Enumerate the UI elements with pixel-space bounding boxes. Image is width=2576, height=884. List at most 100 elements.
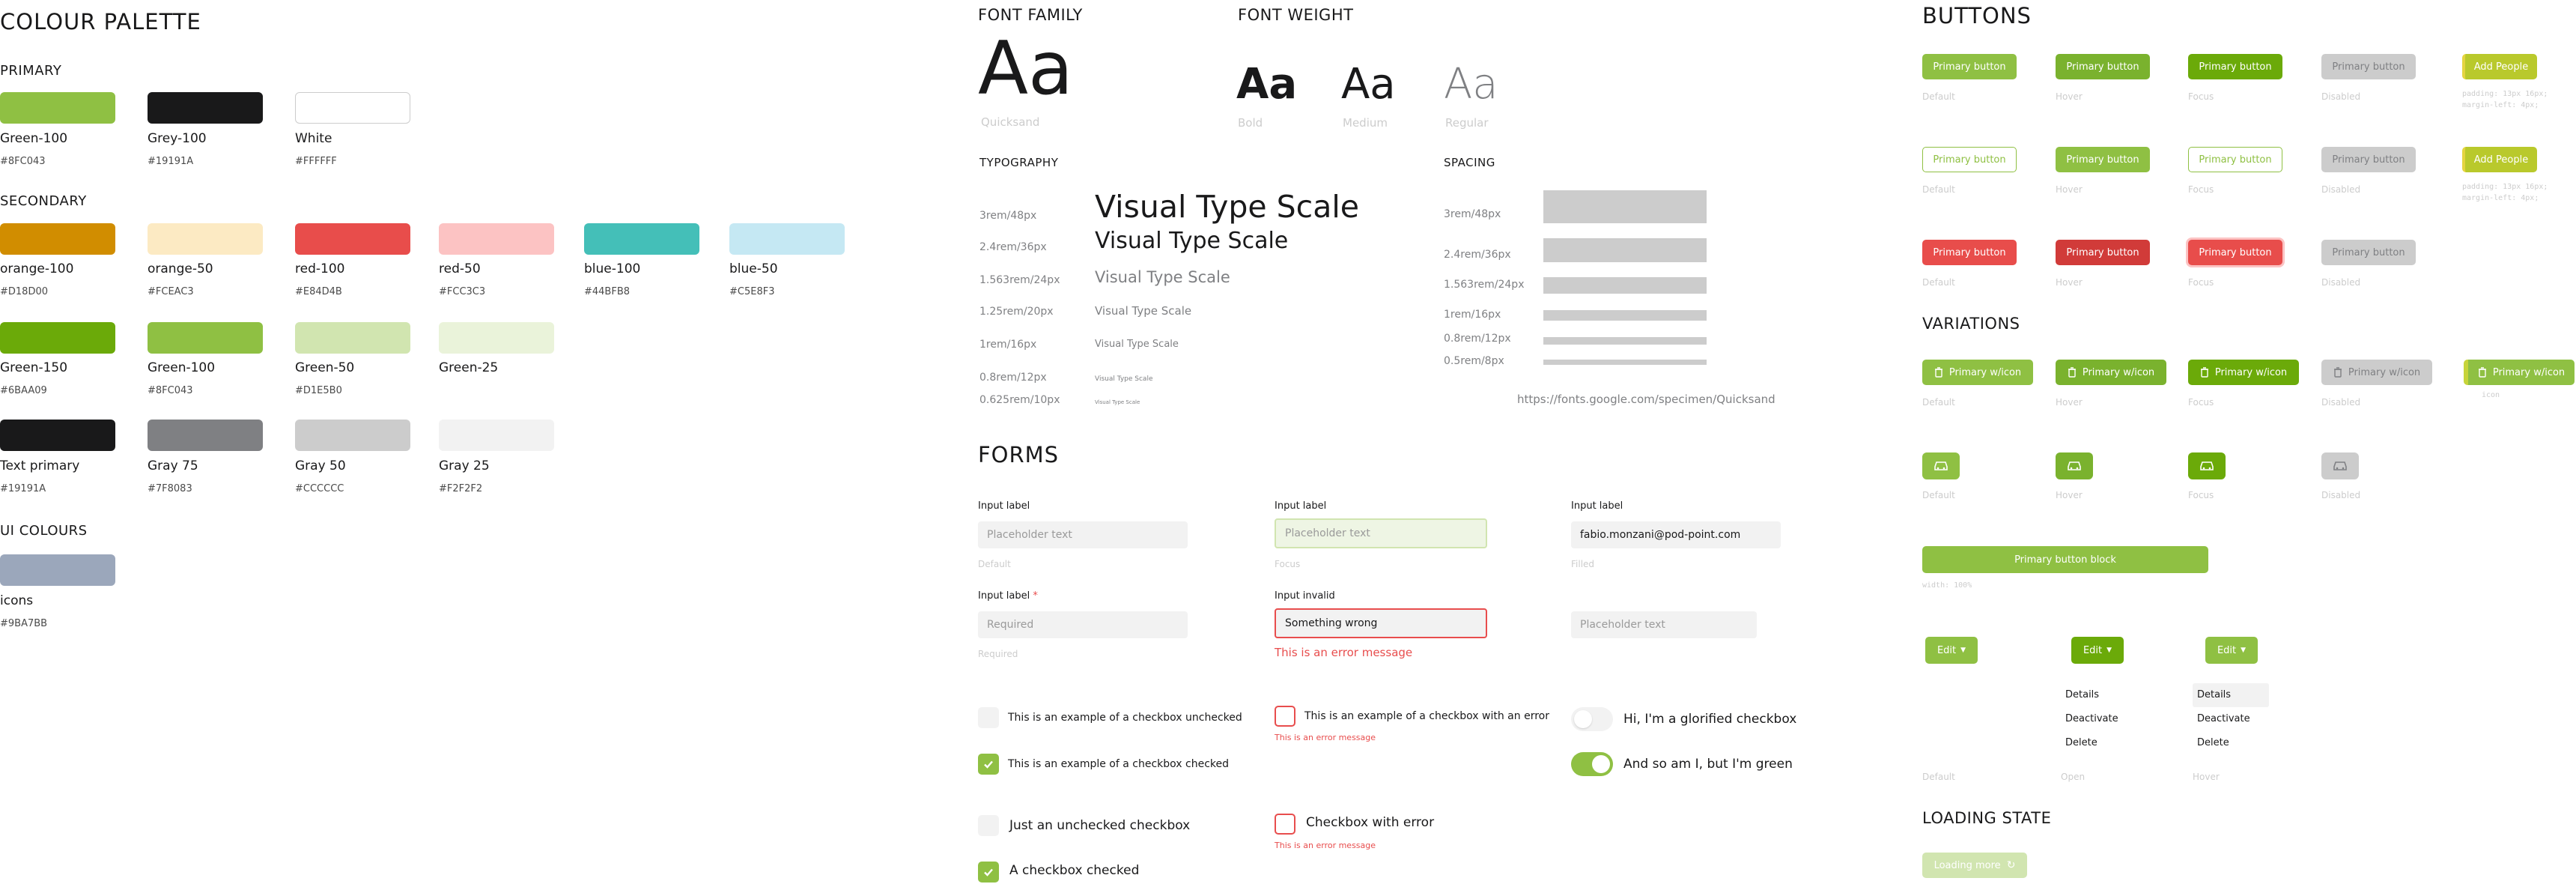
state-label: Disabled: [2321, 184, 2361, 195]
edit-label: Edit: [1936, 644, 1957, 656]
add-people-button[interactable]: Add People: [2462, 54, 2537, 79]
checkbox-checked-simple[interactable]: [978, 862, 999, 883]
icon-button-hover[interactable]: Primary w/icon: [2056, 360, 2166, 385]
car-icon-button-focus[interactable]: [2188, 452, 2226, 479]
trash-icon: [2478, 367, 2486, 378]
swatch-name: Green-100: [148, 360, 216, 375]
swatch-hex: #F2F2F2: [439, 483, 483, 494]
car-icon-button-disabled[interactable]: [2321, 452, 2359, 479]
spacing-label: 1rem/16px: [1444, 309, 1501, 321]
add-people-button[interactable]: Add People: [2462, 147, 2537, 172]
button-label: Primary w/icon: [2082, 366, 2155, 378]
outline-button-focus[interactable]: Primary button: [2188, 147, 2282, 172]
button-label: Primary w/icon: [2348, 366, 2421, 378]
checkbox-with-error[interactable]: [1275, 814, 1295, 835]
text-input-required[interactable]: Required: [978, 611, 1188, 638]
loading-label: Loading more: [1933, 859, 2001, 871]
swatch-hex: #8FC043: [148, 385, 193, 396]
swatch-hex: #FFFFFF: [295, 156, 337, 167]
loading-button[interactable]: Loading more ↻: [1922, 853, 2027, 878]
primary-button-focus[interactable]: Primary button: [2188, 54, 2282, 79]
menu-item-details[interactable]: Details: [2061, 683, 2136, 707]
input-error-message: This is an error message: [1275, 646, 1413, 659]
input-state: Required: [978, 649, 1018, 659]
icon-button-focus[interactable]: Primary w/icon: [2188, 360, 2299, 385]
edit-dropdown-open[interactable]: Edit ▼: [2071, 637, 2124, 664]
swatch-name: Text primary: [0, 458, 80, 473]
trash-icon: [2068, 367, 2076, 378]
car-icon-button-default[interactable]: [1922, 452, 1960, 479]
checkbox-error[interactable]: [1275, 706, 1295, 727]
menu-item-deactivate[interactable]: Deactivate: [2061, 707, 2136, 731]
swatch-name: Gray 75: [148, 458, 198, 473]
primary-button-hover[interactable]: Primary button: [2056, 54, 2150, 79]
menu-item-deactivate[interactable]: Deactivate: [2193, 707, 2269, 731]
danger-button-focus[interactable]: Primary button: [2188, 240, 2282, 265]
checkbox-checked[interactable]: [978, 754, 999, 775]
ui-colours-title: UI COLOURS: [0, 523, 88, 539]
toggle-label: Hi, I'm a glorified checkbox: [1623, 712, 1797, 727]
checkbox-label: This is an example of a checkbox uncheck…: [1008, 712, 1242, 724]
text-input-invalid[interactable]: Something wrong: [1275, 608, 1487, 638]
text-input-default[interactable]: Placeholder text: [978, 521, 1188, 548]
state-label: Default: [1922, 184, 1955, 195]
swatch-gray-75: [148, 420, 263, 451]
text-input-focus[interactable]: Placeholder text: [1275, 518, 1487, 548]
car-icon: [1934, 461, 1948, 470]
loading-state-title: LOADING STATE: [1922, 809, 2052, 827]
type-sample-20: Visual Type Scale: [1095, 304, 1192, 318]
variations-title: VARIATIONS: [1922, 315, 2020, 333]
toggle-off[interactable]: [1571, 707, 1613, 731]
car-icon: [2200, 461, 2214, 470]
edit-dropdown-default[interactable]: Edit ▼: [1925, 637, 1978, 664]
state-label: Focus: [2188, 184, 2214, 195]
state-label: Focus: [2188, 277, 2214, 288]
icon-button-disabled[interactable]: Primary w/icon: [2321, 360, 2432, 385]
primary-button-block[interactable]: Primary button block: [1922, 546, 2208, 573]
checkbox-just-unchecked[interactable]: [978, 815, 999, 836]
checkbox-label: A checkbox checked: [1009, 863, 1140, 878]
toggle-knob: [1574, 710, 1592, 728]
menu-item-delete[interactable]: Delete: [2061, 731, 2136, 755]
text-input-filled[interactable]: fabio.monzani@pod-point.com: [1571, 521, 1781, 548]
swatch-name: Gray 50: [295, 458, 346, 473]
font-link[interactable]: https://fonts.google.com/specimen/Quicks…: [1517, 393, 1775, 406]
buttons-title: BUTTONS: [1922, 3, 2032, 28]
edit-menu-hover: Details Deactivate Delete: [2193, 683, 2269, 755]
danger-button-disabled[interactable]: Primary button: [2321, 240, 2416, 265]
check-icon: [984, 760, 993, 769]
checkbox-label: This is an example of a checkbox with an…: [1304, 710, 1549, 722]
car-icon: [2333, 461, 2347, 470]
icon-button-default[interactable]: Primary w/icon: [1922, 360, 2033, 385]
spacing-bar-36: [1543, 238, 1707, 262]
forms-title: FORMS: [978, 442, 1060, 467]
menu-item-delete[interactable]: Delete: [2193, 731, 2269, 755]
checkbox-unchecked[interactable]: [978, 707, 999, 728]
outline-button-disabled[interactable]: Primary button: [2321, 147, 2416, 172]
outline-button-default[interactable]: Primary button: [1922, 147, 2017, 172]
swatch-name: red-50: [439, 261, 481, 276]
input-label: Input label: [1275, 500, 1327, 512]
type-sample-10: Visual Type Scale: [1095, 399, 1140, 405]
primary-button-default[interactable]: Primary button: [1922, 54, 2017, 79]
swatch-icons: [0, 554, 115, 586]
spacing-label: 2.4rem/36px: [1444, 249, 1511, 261]
checkbox-label: Just an unchecked checkbox: [1009, 818, 1191, 833]
text-input-plain[interactable]: Placeholder text: [1571, 611, 1757, 638]
car-icon-button-hover[interactable]: [2056, 452, 2093, 479]
swatch-hex: #9BA7BB: [0, 618, 48, 629]
padding-note: padding: 13px 16px; margin-left: 4px;: [2462, 90, 2548, 109]
toggle-on[interactable]: [1571, 752, 1613, 776]
outline-button-hover[interactable]: Primary button: [2056, 147, 2150, 172]
icon-button-annotated[interactable]: Primary w/icon: [2464, 360, 2575, 385]
checkbox-error-message: This is an error message: [1275, 841, 1376, 850]
input-state: Focus: [1275, 559, 1301, 569]
state-label: Disabled: [2321, 277, 2361, 288]
primary-button-disabled[interactable]: Primary button: [2321, 54, 2416, 79]
danger-button-hover[interactable]: Primary button: [2056, 240, 2150, 265]
state-label: Hover: [2056, 91, 2083, 102]
swatch-hex: #19191A: [148, 156, 194, 167]
danger-button-default[interactable]: Primary button: [1922, 240, 2017, 265]
edit-dropdown-hover[interactable]: Edit ▼: [2205, 637, 2258, 664]
menu-item-details[interactable]: Details: [2193, 683, 2269, 707]
